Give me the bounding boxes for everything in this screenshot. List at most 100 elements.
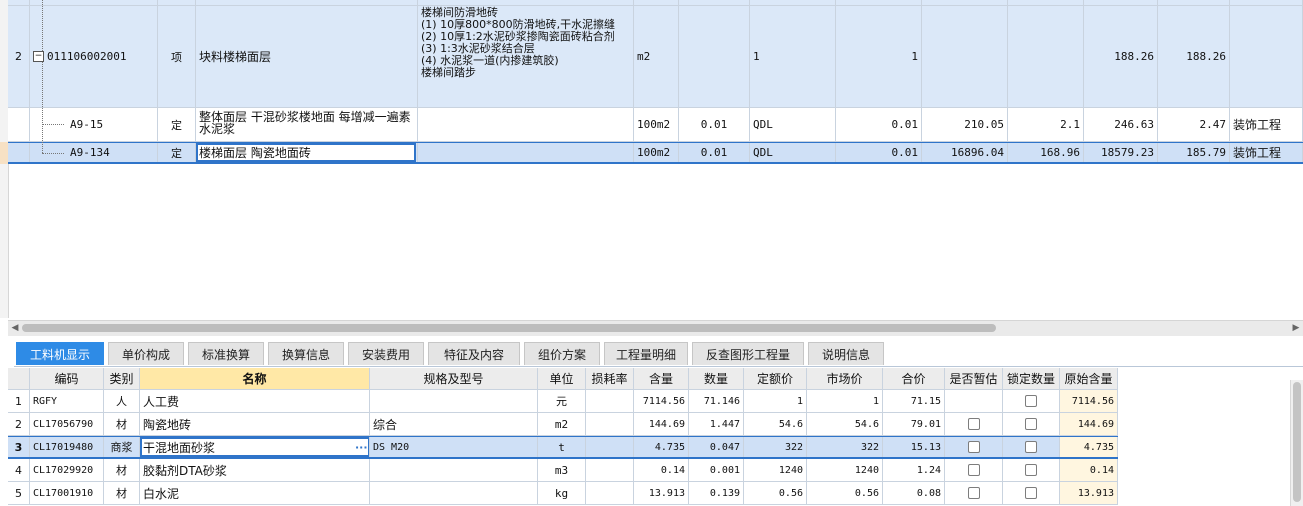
col-header-quantity[interactable]: 数量 [689, 368, 744, 389]
col-header-quota-price[interactable]: 定额价 [744, 368, 807, 389]
resource-spec[interactable] [370, 482, 538, 504]
resource-unit[interactable]: m2 [538, 413, 586, 435]
resource-unit[interactable]: 元 [538, 390, 586, 412]
provisional-checkbox[interactable] [967, 418, 980, 430]
loss-rate[interactable] [586, 482, 634, 504]
item-unit[interactable]: m2 [634, 6, 679, 107]
vertical-scrollbar[interactable] [1290, 380, 1303, 506]
market-price[interactable]: 0.56 [807, 482, 883, 504]
content-value[interactable]: 0.01 [679, 108, 750, 141]
col-header-spec[interactable]: 规格及型号 [370, 368, 538, 389]
item-unit[interactable]: 100m2 [634, 108, 679, 141]
content-value[interactable]: 7114.56 [634, 390, 689, 412]
tab-pricing-scheme[interactable]: 组价方案 [524, 342, 600, 365]
item-features[interactable]: 楼梯间防滑地砖 (1) 10厚800*800防滑地砖,干水泥擦缝 (2) 10厚… [418, 6, 634, 107]
market-price[interactable]: 1 [807, 390, 883, 412]
resource-spec[interactable]: 综合 [370, 413, 538, 435]
resource-category[interactable]: 材 [104, 482, 140, 504]
content-value[interactable]: 144.69 [634, 413, 689, 435]
tab-description[interactable]: 说明信息 [808, 342, 884, 365]
resource-code[interactable]: CL17001910 [30, 482, 104, 504]
lock-qty-checkbox[interactable] [1025, 487, 1037, 499]
resource-name[interactable]: 陶瓷地砖 [140, 413, 370, 435]
lock-qty-checkbox[interactable] [1025, 395, 1037, 407]
resource-code[interactable]: RGFY [30, 390, 104, 412]
content-value[interactable]: 13.913 [634, 482, 689, 504]
resource-code[interactable]: CL17019480 [30, 437, 104, 457]
tab-conversion-info[interactable]: 换算信息 [268, 342, 344, 365]
lock-qty-checkbox[interactable] [1025, 418, 1037, 430]
resource-name[interactable]: 白水泥 [140, 482, 370, 504]
content-value[interactable]: 4.735 [634, 437, 689, 457]
qty-expression[interactable]: QDL [750, 143, 836, 162]
tab-labor-material-machine[interactable]: 工料机显示 [16, 342, 104, 365]
col-header-unit[interactable]: 单位 [538, 368, 586, 389]
resource-unit[interactable]: kg [538, 482, 586, 504]
table-row[interactable]: 5 CL17001910 材 白水泥 kg 13.913 0.139 0.56 … [8, 482, 1118, 505]
scrollbar-thumb[interactable] [1293, 382, 1301, 502]
table-row[interactable]: 4 CL17029920 材 胶黏剂DTA砂浆 m3 0.14 0.001 12… [8, 459, 1118, 482]
resource-category[interactable]: 材 [104, 413, 140, 435]
table-row[interactable]: A9-15 定 整体面层 干混砂浆楼地面 每增减一遍素水泥浆 100m2 0.0… [8, 108, 1303, 142]
col-header-loss-rate[interactable]: 损耗率 [586, 368, 634, 389]
tab-installation-fee[interactable]: 安装费用 [348, 342, 424, 365]
table-row-selected[interactable]: 3 CL17019480 商浆 干混地面砂浆 ··· DS M20 t 4.73… [8, 436, 1118, 459]
resource-category[interactable]: 人 [104, 390, 140, 412]
provisional-checkbox[interactable] [967, 487, 980, 499]
loss-rate[interactable] [586, 437, 634, 457]
resource-category[interactable]: 商浆 [104, 437, 140, 457]
resource-name[interactable]: 人工费 [140, 390, 370, 412]
tab-features-content[interactable]: 特征及内容 [428, 342, 520, 365]
speciality[interactable]: 装饰工程 [1230, 143, 1303, 162]
resource-category[interactable]: 材 [104, 459, 140, 481]
tab-unit-price-composition[interactable]: 单价构成 [108, 342, 184, 365]
quantity[interactable]: 0.01 [836, 143, 922, 162]
col-header-name[interactable]: 名称 [140, 368, 370, 389]
resource-unit[interactable]: m3 [538, 459, 586, 481]
item-name-input[interactable]: 楼梯面层 陶瓷地面砖 [196, 143, 418, 162]
content-value[interactable]: 0.14 [634, 459, 689, 481]
market-price[interactable]: 1240 [807, 459, 883, 481]
provisional-checkbox[interactable] [967, 441, 980, 453]
quantity[interactable]: 1 [836, 6, 922, 107]
horizontal-scrollbar[interactable]: ◀ ▶ [8, 320, 1303, 336]
scroll-left-icon[interactable]: ◀ [9, 322, 21, 334]
table-row[interactable]: 2 CL17056790 材 陶瓷地砖 综合 m2 144.69 1.447 5… [8, 413, 1118, 436]
quantity[interactable]: 0.01 [836, 108, 922, 141]
quantity-value[interactable]: 71.146 [689, 390, 744, 412]
tab-quantity-details[interactable]: 工程量明细 [604, 342, 688, 365]
market-price[interactable]: 54.6 [807, 413, 883, 435]
tab-standard-conversion[interactable]: 标准换算 [188, 342, 264, 365]
qty-expression[interactable]: QDL [750, 108, 836, 141]
table-row[interactable]: 1 RGFY 人 人工费 元 7114.56 71.146 1 1 71.15 … [8, 390, 1118, 413]
lock-qty-checkbox[interactable] [1025, 441, 1037, 453]
resource-spec[interactable] [370, 459, 538, 481]
col-header-original-content[interactable]: 原始含量 [1060, 368, 1118, 389]
quantity-value[interactable]: 0.001 [689, 459, 744, 481]
col-header-market-price[interactable]: 市场价 [807, 368, 883, 389]
more-options-icon[interactable]: ··· [355, 441, 368, 454]
col-header-lock-qty[interactable]: 锁定数量 [1003, 368, 1060, 389]
col-header-content[interactable]: 含量 [634, 368, 689, 389]
item-name[interactable]: 块料楼梯面层 [196, 6, 418, 107]
speciality[interactable]: 装饰工程 [1230, 108, 1303, 141]
quantity-value[interactable]: 1.447 [689, 413, 744, 435]
resource-spec[interactable] [370, 390, 538, 412]
resource-code[interactable]: CL17029920 [30, 459, 104, 481]
quantity-value[interactable]: 0.047 [689, 437, 744, 457]
col-header-category[interactable]: 类别 [104, 368, 140, 389]
tab-graphic-quantity-lookup[interactable]: 反查图形工程量 [692, 342, 804, 365]
loss-rate[interactable] [586, 413, 634, 435]
col-header-provisional[interactable]: 是否暂估 [945, 368, 1003, 389]
scrollbar-thumb[interactable] [22, 324, 996, 332]
resource-code[interactable]: CL17056790 [30, 413, 104, 435]
resource-name[interactable]: 胶黏剂DTA砂浆 [140, 459, 370, 481]
resource-name-input[interactable]: 干混地面砂浆 [140, 437, 370, 457]
table-row-selected[interactable]: A9-134 定 楼梯面层 陶瓷地面砖 100m2 0.01 QDL 0.01 … [8, 142, 1303, 164]
lock-qty-checkbox[interactable] [1025, 464, 1037, 476]
item-name[interactable]: 整体面层 干混砂浆楼地面 每增减一遍素水泥浆 [196, 108, 418, 141]
quantity-value[interactable]: 0.139 [689, 482, 744, 504]
loss-rate[interactable] [586, 390, 634, 412]
table-row[interactable]: 2 − 011106002001 项 块料楼梯面层 楼梯间防滑地砖 (1) 10… [8, 6, 1303, 108]
qty-expression[interactable]: 1 [750, 6, 836, 107]
